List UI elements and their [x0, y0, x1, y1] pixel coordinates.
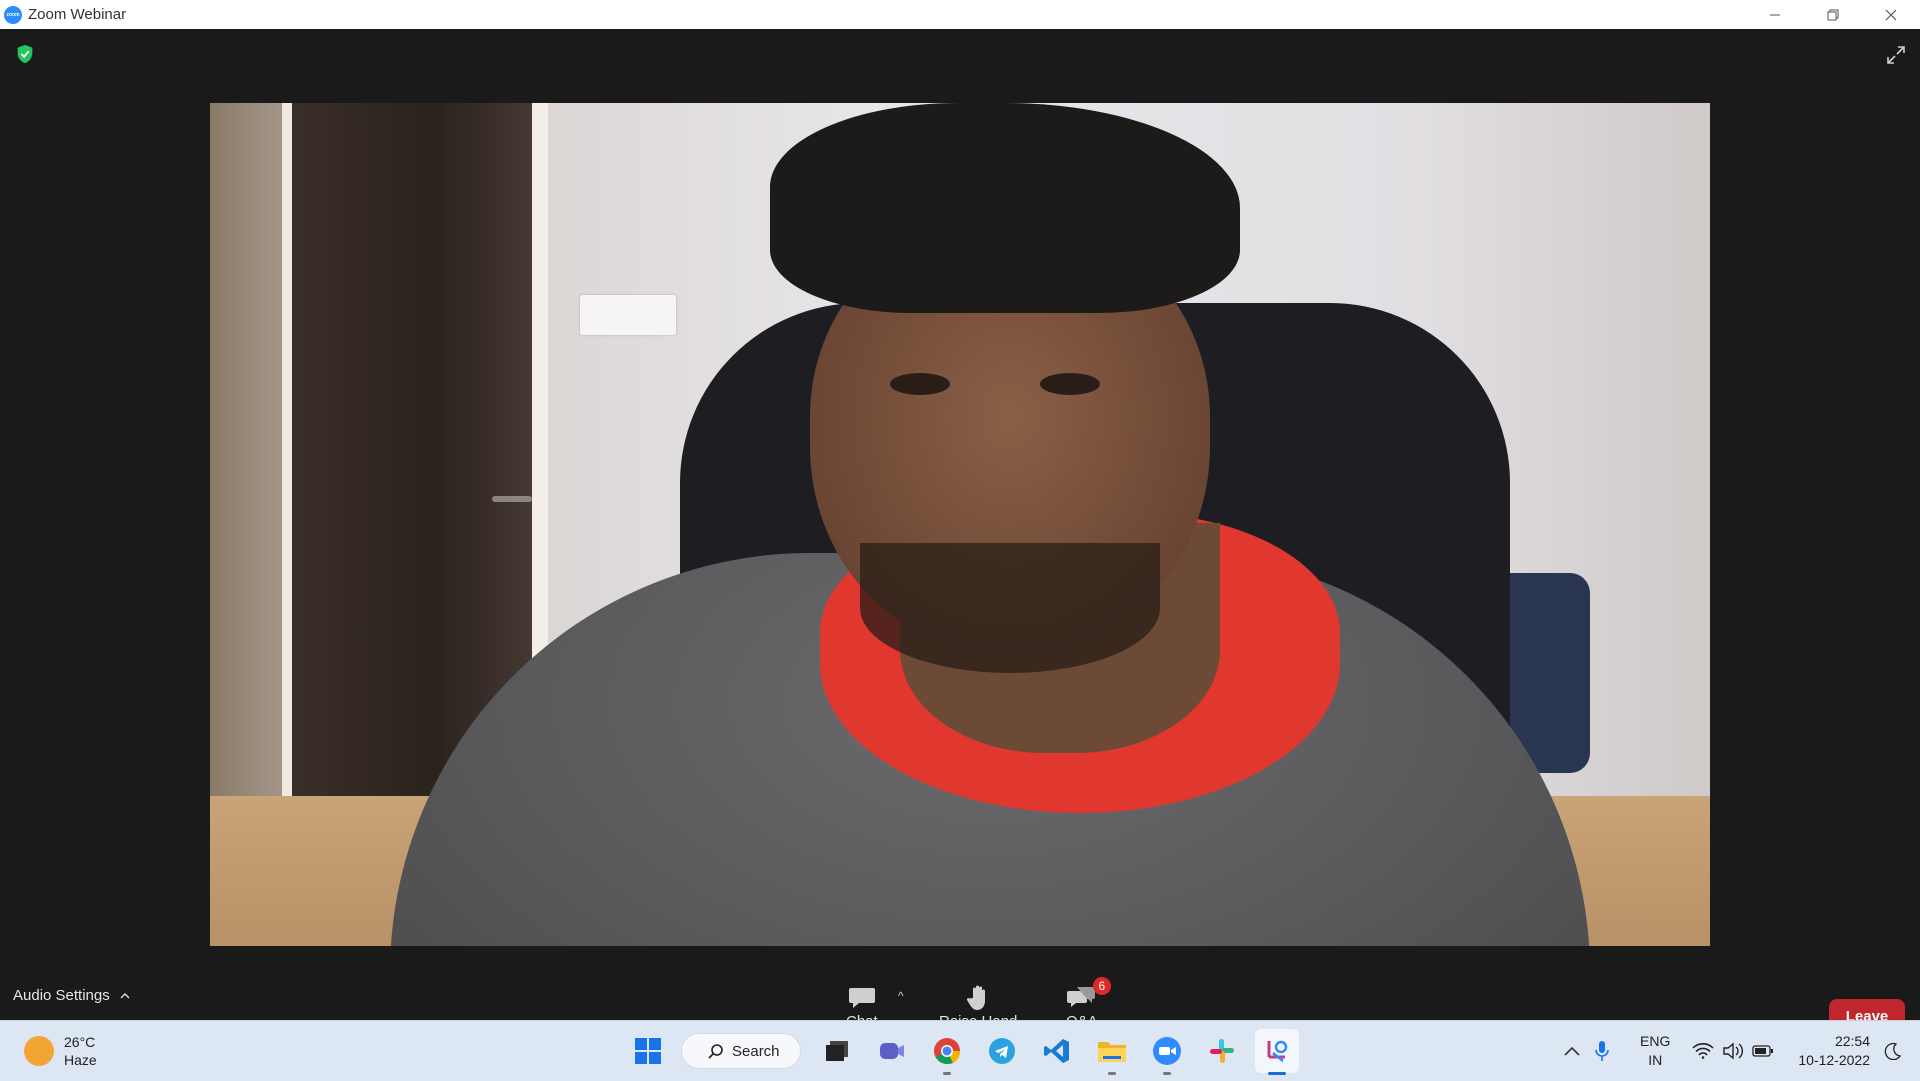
zoom-logo-text: zoom — [6, 11, 20, 18]
file-explorer-icon — [1098, 1042, 1126, 1062]
vscode-icon — [1044, 1039, 1069, 1063]
language-indicator[interactable]: ENG IN — [1640, 1032, 1670, 1070]
microphone-icon — [1595, 1041, 1609, 1061]
haze-weather-icon — [24, 1036, 54, 1066]
teams-icon — [880, 1043, 904, 1059]
battery-button[interactable] — [1752, 1045, 1774, 1057]
file-explorer-button[interactable] — [1090, 1029, 1134, 1075]
chevron-up-icon[interactable] — [120, 992, 130, 1000]
restore-button[interactable] — [1804, 0, 1862, 29]
task-view-button[interactable] — [815, 1029, 859, 1073]
telegram-icon — [989, 1038, 1015, 1064]
snipping-tool-icon — [1267, 1040, 1288, 1062]
clock-time: 22:54 — [1834, 1033, 1870, 1049]
taskbar-search-box[interactable]: Search — [681, 1033, 801, 1069]
chrome-button[interactable] — [925, 1029, 969, 1075]
chrome-icon — [934, 1038, 961, 1065]
focus-assist-button[interactable] — [1884, 1042, 1902, 1060]
window-controls — [1746, 0, 1920, 29]
video-beard — [860, 543, 1160, 673]
zoom-running-indicator — [1163, 1072, 1171, 1075]
window-title: Zoom Webinar — [28, 6, 127, 23]
taskbar-apps: Search — [626, 1029, 1310, 1075]
clock[interactable]: 22:54 10-12-2022 — [1798, 1032, 1870, 1070]
language-line1: ENG — [1640, 1033, 1671, 1049]
raise-hand-icon — [967, 985, 986, 1010]
language-line2: IN — [1648, 1052, 1663, 1068]
microphone-tray-button[interactable] — [1594, 1040, 1610, 1062]
slack-icon — [1210, 1039, 1234, 1063]
speaker-video — [210, 103, 1710, 946]
volume-icon — [1723, 1042, 1744, 1060]
meeting-area: Audio Settings Chat ^ Raise Hand — [0, 29, 1920, 1033]
restore-icon — [1827, 9, 1839, 20]
snipping-tool-active-indicator — [1268, 1072, 1286, 1075]
show-hidden-icons-button[interactable] — [1564, 1046, 1580, 1056]
weather-condition: Haze — [64, 1052, 97, 1068]
video-door-handle — [492, 496, 532, 502]
task-view-icon — [826, 1041, 848, 1061]
snipping-tool-button[interactable] — [1255, 1029, 1299, 1075]
chat-options-chevron-icon[interactable]: ^ — [898, 989, 904, 1003]
qa-notification-badge: 6 — [1092, 977, 1111, 995]
video-eye-right — [1040, 373, 1100, 395]
chevron-up-icon — [1564, 1046, 1580, 1056]
explorer-running-indicator — [1108, 1072, 1116, 1075]
battery-icon — [1752, 1045, 1774, 1057]
teams-button[interactable] — [870, 1029, 914, 1073]
close-button[interactable] — [1862, 0, 1920, 29]
video-eye-left — [890, 373, 950, 395]
zoom-icon — [1153, 1037, 1181, 1065]
video-hair — [770, 103, 1240, 313]
chrome-running-indicator — [943, 1072, 951, 1075]
audio-settings-label: Audio Settings — [13, 987, 110, 1004]
windows-taskbar: 26°C Haze Search ENG IN 22:54 10-12-2022 — [0, 1020, 1920, 1081]
encryption-shield-icon[interactable] — [14, 43, 36, 65]
system-tray: ENG IN 22:54 10-12-2022 — [1564, 1021, 1920, 1081]
weather-widget[interactable]: 26°C Haze — [24, 1033, 97, 1069]
weather-temperature: 26°C — [64, 1034, 96, 1050]
telegram-button[interactable] — [980, 1029, 1024, 1073]
fullscreen-icon[interactable] — [1884, 43, 1908, 67]
windows-start-icon — [635, 1038, 661, 1064]
vscode-button[interactable] — [1035, 1029, 1079, 1073]
video-switchboard — [580, 295, 676, 335]
clock-date: 10-12-2022 — [1798, 1052, 1870, 1068]
chat-icon — [848, 988, 875, 1008]
wifi-icon — [1692, 1043, 1714, 1059]
minimize-icon — [1770, 14, 1780, 15]
volume-button[interactable] — [1722, 1042, 1744, 1060]
minimize-button[interactable] — [1746, 0, 1804, 29]
audio-settings-button[interactable]: Audio Settings — [13, 987, 130, 1004]
search-icon — [708, 1044, 723, 1059]
zoom-button[interactable] — [1145, 1029, 1189, 1075]
start-button[interactable] — [626, 1029, 670, 1073]
zoom-logo-icon: zoom — [4, 5, 22, 24]
moon-icon — [1884, 1042, 1902, 1060]
network-button[interactable] — [1692, 1043, 1714, 1059]
search-label: Search — [732, 1042, 780, 1060]
title-bar: zoom Zoom Webinar — [0, 0, 1920, 29]
slack-button[interactable] — [1200, 1029, 1244, 1073]
qa-icon — [1066, 987, 1095, 1007]
close-icon — [1885, 9, 1897, 20]
